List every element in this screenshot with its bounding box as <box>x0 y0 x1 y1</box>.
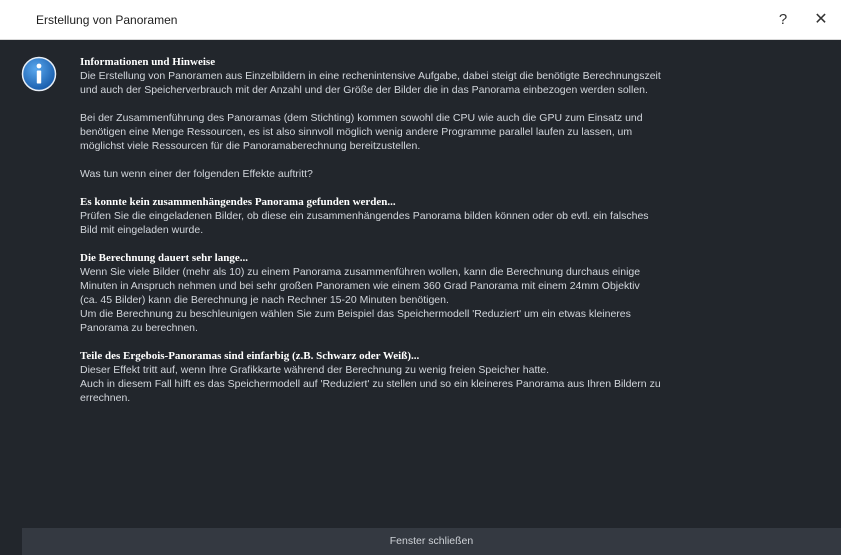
intro-section: Informationen und Hinweise Die Erstellun… <box>80 55 830 97</box>
stitching-line: Bei der Zusammenführung des Panoramas (d… <box>80 112 643 124</box>
section-line: Wenn Sie viele Bilder (mehr als 10) zu e… <box>80 266 641 278</box>
section-line: Dieser Effekt tritt auf, wenn Ihre Grafi… <box>80 364 550 376</box>
close-icon[interactable]: ✕ <box>807 9 835 31</box>
section-line: errechnen. <box>80 392 131 404</box>
stitching-section: Bei der Zusammenführung des Panoramas (d… <box>80 111 830 153</box>
section-heading: Es konnte kein zusammenhängendes Panoram… <box>80 196 396 208</box>
info-content: Informationen und Hinweise Die Erstellun… <box>80 55 830 419</box>
section-line: Minuten in Anspruch nehmen und bei sehr … <box>80 280 640 292</box>
intro-line: Die Erstellung von Panoramen aus Einzelb… <box>80 70 661 82</box>
info-icon <box>21 56 57 92</box>
window-title: Erstellung von Panoramen <box>36 13 178 27</box>
section-line: Auch in diesem Fall hilft es das Speiche… <box>80 378 661 390</box>
intro-line: und auch der Speicherverbrauch mit der A… <box>80 84 648 96</box>
section-line: Bild mit eingeladen wurde. <box>80 224 204 236</box>
question-section: Was tun wenn einer der folgenden Effekte… <box>80 167 830 181</box>
help-button[interactable]: ? <box>769 9 797 31</box>
section-heading: Die Berechnung dauert sehr lange... <box>80 252 248 264</box>
question-text: Was tun wenn einer der folgenden Effekte… <box>80 168 313 180</box>
section-long-calculation: Die Berechnung dauert sehr lange... Wenn… <box>80 251 830 335</box>
section-line: Um die Berechnung zu beschleunigen wähle… <box>80 308 631 320</box>
stitching-line: benötigen eine Menge Ressourcen, es ist … <box>80 126 633 138</box>
section-no-panorama: Es konnte kein zusammenhängendes Panoram… <box>80 195 830 237</box>
section-heading: Teile des Ergebois-Panoramas sind einfar… <box>80 350 420 362</box>
section-line: Panorama zu berechnen. <box>80 322 198 334</box>
close-window-button[interactable]: Fenster schließen <box>22 528 841 555</box>
title-bar: Erstellung von Panoramen ? ✕ <box>0 0 841 40</box>
section-monochrome-parts: Teile des Ergebois-Panoramas sind einfar… <box>80 349 830 405</box>
panorama-info-dialog: Erstellung von Panoramen ? ✕ Information… <box>0 0 841 555</box>
section-line: (ca. 45 Bilder) kann die Berechnung je n… <box>80 294 449 306</box>
section-line: Prüfen Sie die eingeladenen Bilder, ob d… <box>80 210 649 222</box>
intro-heading: Informationen und Hinweise <box>80 56 216 68</box>
stitching-line: möglichst viele Ressourcen für die Panor… <box>80 140 421 152</box>
